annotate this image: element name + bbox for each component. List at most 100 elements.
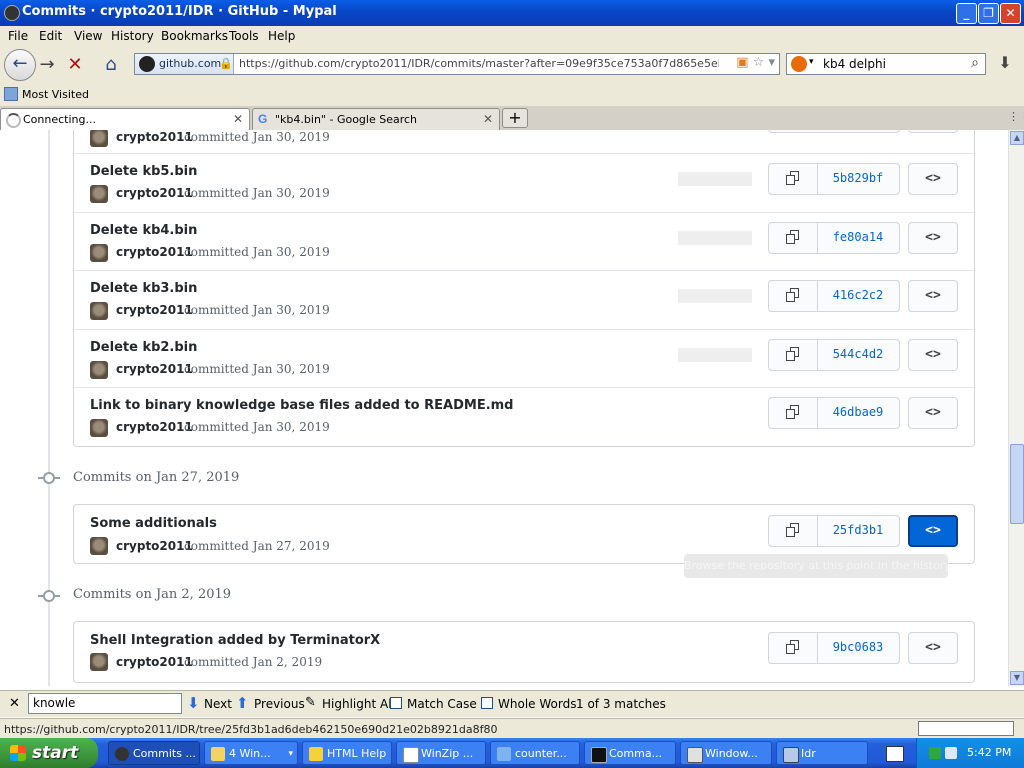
search-engine-dropdown-icon[interactable]: ▾ <box>809 57 814 67</box>
menu-edit[interactable]: Edit <box>39 29 62 43</box>
browse-repo-button[interactable]: <> <box>908 339 958 371</box>
close-find-bar-icon[interactable]: ✕ <box>9 696 20 711</box>
tab-close-icon[interactable]: ✕ <box>483 112 493 126</box>
taskbar-item-counter[interactable]: counter... <box>490 741 580 765</box>
avatar[interactable] <box>90 537 108 555</box>
menu-history[interactable]: History <box>111 29 154 43</box>
browse-repo-button[interactable]: <> <box>908 632 958 664</box>
commit-sha-link[interactable]: 25fd3b1 <box>817 523 899 537</box>
taskbar-item-winzip[interactable]: WinZip ... <box>396 741 486 765</box>
download-arrow-icon[interactable]: ⬇ <box>992 53 1018 75</box>
vertical-scrollbar[interactable]: ▲ ▼ <box>1008 130 1024 686</box>
menu-file[interactable]: File <box>8 29 28 43</box>
url-bar[interactable]: github.com 🔒 https://github.com/crypto20… <box>134 53 780 75</box>
avatar[interactable] <box>90 653 108 671</box>
menu-bookmarks[interactable]: Bookmarks <box>161 29 228 43</box>
commit-author[interactable]: crypto2011 <box>116 539 193 553</box>
network-icon[interactable] <box>929 747 941 759</box>
copy-sha-button[interactable] <box>769 340 818 370</box>
url-text[interactable]: https://github.com/crypto2011/IDR/commit… <box>239 57 719 70</box>
taskbar-item-commits[interactable]: Commits ... <box>108 741 200 765</box>
menu-tools[interactable]: Tools <box>229 29 259 43</box>
avatar[interactable] <box>90 302 108 320</box>
commit-sha-link[interactable]: fe80a14 <box>817 230 899 244</box>
new-tab-button[interactable]: + <box>502 108 528 128</box>
browse-repo-button[interactable]: <> <box>908 163 958 195</box>
commit-message[interactable]: Link to binary knowledge base files adde… <box>90 398 514 413</box>
close-button[interactable]: ✕ <box>1000 3 1021 24</box>
find-input[interactable]: knowle <box>28 693 182 714</box>
commit-message[interactable]: Delete kb2.bin <box>90 340 197 355</box>
menu-view[interactable]: View <box>74 29 102 43</box>
home-icon[interactable]: ⌂ <box>98 52 124 78</box>
keyboard-icon[interactable] <box>886 746 904 762</box>
avatar[interactable] <box>90 185 108 203</box>
taskbar-item-command-prompt[interactable]: Comma... <box>584 741 676 765</box>
browse-repo-button[interactable] <box>908 130 958 133</box>
commit-message[interactable]: Shell Integration added by TerminatorX <box>90 633 380 648</box>
taskbar-item-html-help[interactable]: HTML Help <box>302 741 392 765</box>
tab-google-search[interactable]: G "kb4.bin" - Google Search ✕ <box>252 108 500 130</box>
search-icon[interactable]: ⌕ <box>971 55 979 71</box>
commit-author[interactable]: crypto2011 <box>116 303 193 317</box>
scroll-down-arrow-icon[interactable]: ▼ <box>1010 671 1024 685</box>
commit-author[interactable]: crypto2011 <box>116 186 193 200</box>
highlight-all-button[interactable]: Highlight All <box>322 697 395 711</box>
tab-close-icon[interactable]: ✕ <box>233 112 243 126</box>
commit-author[interactable]: crypto2011 <box>116 362 193 376</box>
commit-sha-link[interactable]: 5b829bf <box>817 171 899 185</box>
minimize-button[interactable]: _ <box>956 3 977 24</box>
copy-sha-button[interactable] <box>769 164 818 194</box>
commit-sha-link[interactable]: 46dbae9 <box>817 405 899 419</box>
commit-author[interactable]: crypto2011 <box>116 130 193 144</box>
copy-sha-button[interactable] <box>769 281 818 311</box>
commit-message[interactable]: Delete kb5.bin <box>90 164 197 179</box>
search-input[interactable]: kb4 delphi <box>823 57 886 71</box>
copy-sha-button[interactable] <box>769 398 818 428</box>
browse-repo-button[interactable]: <> <box>908 515 958 547</box>
bookmark-star-icon[interactable]: ☆ <box>753 55 765 70</box>
avatar[interactable] <box>90 244 108 262</box>
copy-sha-button[interactable] <box>769 633 818 663</box>
copy-sha-button[interactable] <box>769 516 818 546</box>
bookmark-most-visited[interactable]: Most Visited <box>22 88 89 101</box>
commit-message[interactable]: Delete kb4.bin <box>90 223 197 238</box>
scroll-up-arrow-icon[interactable]: ▲ <box>1010 131 1024 145</box>
commit-message[interactable]: Some additionals <box>90 516 217 531</box>
url-dropdown-icon[interactable]: ▾ <box>768 55 775 70</box>
browse-repo-button[interactable]: <> <box>908 222 958 254</box>
find-previous-button[interactable]: Previous <box>254 697 305 711</box>
commit-sha-link[interactable]: 416c2c2 <box>817 288 899 302</box>
forward-arrow-icon[interactable]: → <box>34 52 60 78</box>
commit-sha-link[interactable]: 9bc0683 <box>817 640 899 654</box>
match-case-checkbox[interactable] <box>390 697 402 709</box>
commit-message[interactable]: Delete kb3.bin <box>90 281 197 296</box>
whole-words-label[interactable]: Whole Words <box>498 697 576 711</box>
browse-repo-button[interactable]: <> <box>908 397 958 429</box>
tab-connecting[interactable]: Connecting... ✕ <box>0 108 250 130</box>
find-next-button[interactable]: Next <box>204 697 232 711</box>
whole-words-checkbox[interactable] <box>481 697 493 709</box>
commit-author[interactable]: crypto2011 <box>116 245 193 259</box>
clock[interactable]: 5:42 PM <box>967 746 1011 759</box>
avatar[interactable] <box>90 419 108 437</box>
speaker-icon[interactable] <box>945 747 957 759</box>
taskbar-item-idr[interactable]: Idr <box>776 741 868 765</box>
commit-author[interactable]: crypto2011 <box>116 655 193 669</box>
avatar[interactable] <box>90 130 108 147</box>
search-engine-icon[interactable] <box>791 56 807 72</box>
back-arrow-icon[interactable]: ← <box>4 49 36 81</box>
stop-icon[interactable]: ✕ <box>62 52 88 78</box>
start-button[interactable]: start <box>0 738 98 768</box>
tab-list-icon[interactable]: ⋮⋮ <box>1008 110 1024 123</box>
browse-repo-button[interactable]: <> <box>908 280 958 312</box>
search-bar[interactable]: ▾ kb4 delphi ⌕ <box>786 53 986 75</box>
rss-icon[interactable]: ▣ <box>736 55 748 70</box>
copy-sha-button[interactable] <box>769 223 818 253</box>
commit-sha-link[interactable]: 544c4d2 <box>817 347 899 361</box>
taskbar-item-windows[interactable]: Window... <box>680 741 772 765</box>
match-case-label[interactable]: Match Case <box>407 697 477 711</box>
taskbar-item-windows-explorer[interactable]: 4 Win... ▾ <box>204 741 298 765</box>
scrollbar-thumb[interactable] <box>1010 444 1024 524</box>
avatar[interactable] <box>90 361 108 379</box>
